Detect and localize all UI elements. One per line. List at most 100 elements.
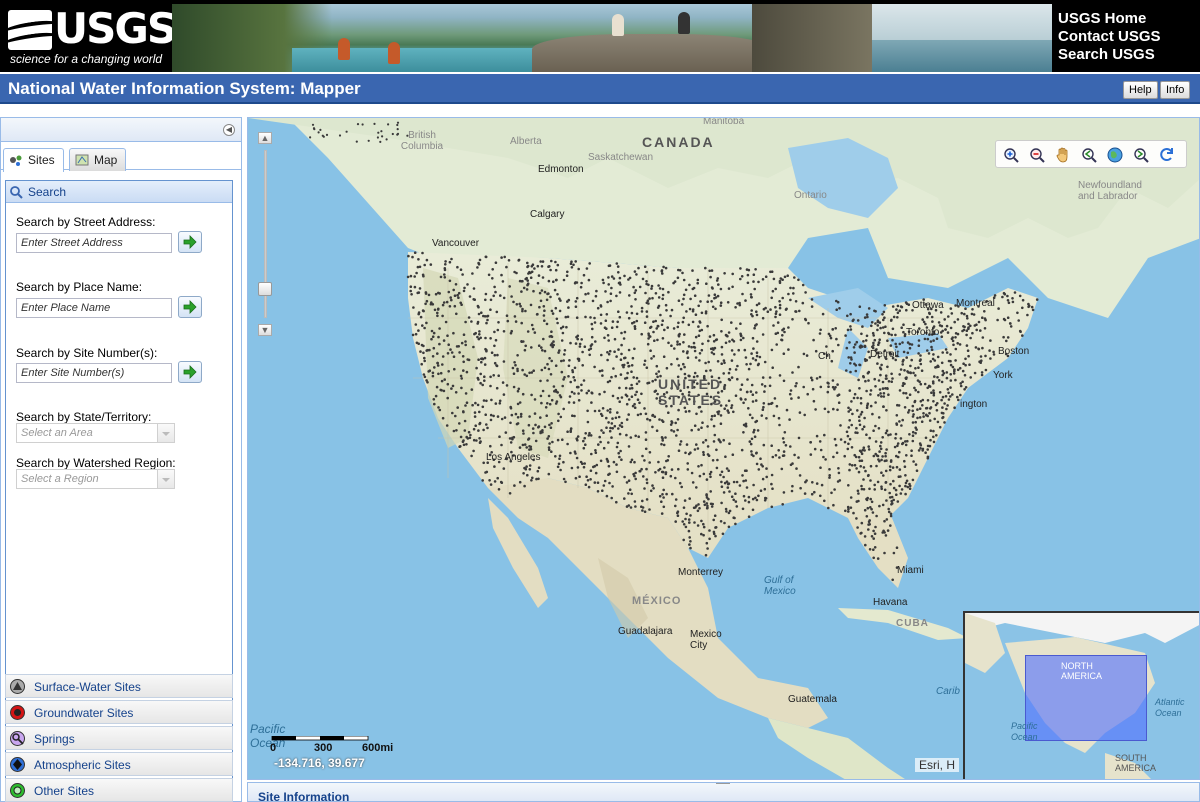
site-number-label: Search by Site Number(s): (16, 346, 158, 360)
place-name-label: Search by Place Name: (16, 280, 143, 294)
street-address-label: Search by Street Address: (16, 215, 156, 229)
panel-resize-handle[interactable] (716, 783, 730, 787)
atmospheric-label: Atmospheric Sites (34, 758, 131, 772)
left-panel-header: ◀ (1, 118, 241, 142)
state-territory-label: Search by State/Territory: (16, 410, 152, 424)
label-british-columbia: British Columbia (400, 130, 444, 152)
site-number-go-button[interactable] (178, 361, 202, 383)
left-panel: ◀ Sites Map Search Search by Street Addr… (0, 117, 242, 802)
label-havana: Havana (873, 597, 908, 608)
arrow-right-icon (183, 300, 197, 314)
banner-photo (172, 4, 1052, 72)
usgs-home-link[interactable]: USGS Home (1058, 10, 1198, 28)
label-manitoba: Manitoba (703, 117, 745, 127)
label-alberta: Alberta (510, 136, 542, 147)
label-vancouver: Vancouver (432, 238, 480, 249)
label-cuba: CUBA (896, 618, 929, 629)
street-address-input[interactable]: Enter Street Address (16, 233, 172, 253)
overview-north-america: NORTH AMERICA (1061, 661, 1103, 681)
label-boston: Boston (998, 346, 1030, 357)
search-panel-header[interactable]: Search (6, 181, 232, 203)
search-usgs-link[interactable]: Search USGS (1058, 46, 1198, 64)
next-extent-icon[interactable] (1132, 146, 1150, 164)
springs-item[interactable]: Springs (5, 726, 233, 750)
zoom-slider[interactable]: ▲ ▼ (258, 132, 274, 336)
site-information-panel[interactable]: Site Information (247, 782, 1200, 802)
surface-water-icon (10, 679, 25, 694)
cursor-coordinates: -134.716, 39.677 (274, 756, 365, 770)
place-name-go-button[interactable] (178, 296, 202, 318)
scale-labels: 0 300 600mi (270, 742, 410, 756)
label-newfoundland: Newfoundland and Labrador (1078, 180, 1142, 202)
overview-map[interactable]: NORTH AMERICA Atlantic Ocean Pacific Oce… (963, 611, 1199, 779)
label-toronto: Toronto (906, 327, 940, 338)
usgs-logo[interactable]: USGS science for a changing world (4, 4, 177, 68)
tab-map-label: Map (94, 153, 118, 167)
surface-water-sites-item[interactable]: Surface-Water Sites (5, 674, 233, 698)
overview-atlantic: Atlantic Ocean (1155, 697, 1185, 718)
scale-tick-0: 0 (270, 742, 277, 754)
label-calgary: Calgary (530, 209, 565, 220)
surface-water-label: Surface-Water Sites (34, 680, 141, 694)
label-saskatchewan: Saskatchewan (588, 152, 654, 163)
label-guadalajara: Guadalajara (618, 626, 673, 637)
site-number-input[interactable]: Enter Site Number(s) (16, 363, 172, 383)
refresh-icon[interactable] (1158, 146, 1176, 164)
title-bar: National Water Information System: Mappe… (0, 74, 1200, 104)
place-name-input[interactable]: Enter Place Name (16, 298, 172, 318)
label-washington: ington (960, 399, 988, 410)
site-header: USGS science for a changing world USGS H… (0, 0, 1200, 72)
state-territory-select[interactable]: Select an Area (16, 423, 158, 443)
tab-sites[interactable]: Sites (3, 148, 64, 172)
zoom-in-box-icon[interactable] (1002, 146, 1020, 164)
groundwater-sites-item[interactable]: Groundwater Sites (5, 700, 233, 724)
logo-tagline: science for a changing world (10, 52, 163, 66)
label-gulf-of-mexico: Gulf of Mexico (764, 575, 796, 597)
chevron-down-icon[interactable] (158, 423, 175, 443)
map-attribution: Esri, H (915, 758, 959, 772)
label-united-states: UNITED STATES (658, 376, 724, 408)
map-view[interactable]: Manitoba British Columbia Alberta Saskat… (247, 117, 1200, 780)
chevron-down-icon[interactable] (158, 469, 175, 489)
pan-hand-icon[interactable] (1054, 146, 1072, 164)
overview-south-america: SOUTH AMERICA (1115, 753, 1157, 773)
other-sites-icon (10, 783, 25, 798)
label-mexico: MÉXICO (632, 595, 682, 607)
full-extent-globe-icon[interactable] (1106, 146, 1124, 164)
tab-map[interactable]: Map (69, 148, 127, 171)
usgs-wave-icon (8, 10, 52, 50)
label-canada: CANADA (642, 134, 715, 150)
map-icon (75, 154, 89, 166)
zoom-thumb[interactable] (258, 282, 272, 296)
label-caribbean: Carib (936, 686, 960, 697)
header-links: USGS Home Contact USGS Search USGS (1058, 10, 1198, 64)
label-montreal: Montreal (956, 298, 995, 309)
previous-extent-icon[interactable] (1080, 146, 1098, 164)
zoom-in-icon[interactable]: ▲ (258, 132, 272, 144)
watershed-region-select[interactable]: Select a Region (16, 469, 158, 489)
tab-sites-label: Sites (28, 153, 55, 167)
help-button[interactable]: Help (1123, 81, 1158, 99)
scale-tick-300: 300 (314, 742, 333, 754)
page-title: National Water Information System: Mappe… (8, 79, 361, 98)
atmospheric-sites-item[interactable]: Atmospheric Sites (5, 752, 233, 776)
label-edmonton: Edmonton (538, 164, 584, 175)
other-sites-item[interactable]: Other Sites (5, 778, 233, 802)
zoom-out-box-icon[interactable] (1028, 146, 1046, 164)
overview-pacific: Pacific Ocean (1011, 721, 1038, 742)
zoom-out-icon[interactable]: ▼ (258, 324, 272, 336)
search-heading: Search (28, 185, 67, 199)
label-chicago: Ch (818, 351, 831, 362)
collapse-panel-icon[interactable]: ◀ (223, 124, 235, 136)
scale-tick-600: 600mi (362, 742, 394, 754)
label-ottawa: Ottawa (912, 300, 944, 311)
app-root: USGS science for a changing world USGS H… (0, 0, 1200, 802)
street-address-go-button[interactable] (178, 231, 202, 253)
panel-tabs: Sites Map (1, 142, 241, 172)
groundwater-label: Groundwater Sites (34, 706, 134, 720)
contact-usgs-link[interactable]: Contact USGS (1058, 28, 1198, 46)
search-icon (10, 186, 23, 199)
label-guatemala: Guatemala (788, 694, 837, 705)
info-button[interactable]: Info (1160, 81, 1191, 99)
watershed-region-label: Search by Watershed Region: (16, 456, 176, 470)
